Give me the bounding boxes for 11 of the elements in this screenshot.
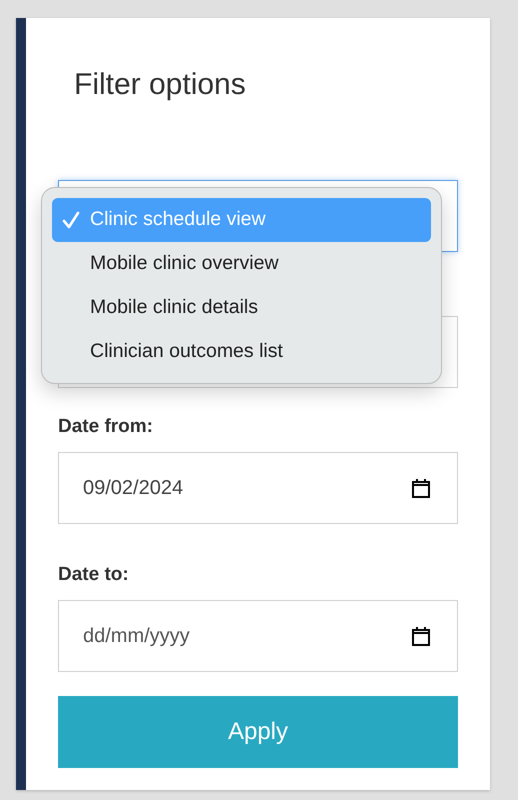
menu-option[interactable]: Clinician outcomes list xyxy=(52,329,431,373)
date-field[interactable]: 09/02/2024 xyxy=(58,452,458,524)
checkmark-icon xyxy=(62,210,80,229)
panel-title: Filter options xyxy=(73,67,247,102)
calendar-icon[interactable] xyxy=(412,478,430,498)
menu-option[interactable]: Mobile clinic details xyxy=(52,286,431,330)
calendar-icon[interactable] xyxy=(412,626,430,646)
menu-option[interactable]: Mobile clinic overview xyxy=(52,242,431,286)
field-label: Date to: xyxy=(58,564,130,586)
date-field[interactable]: dd/mm/yyyy xyxy=(58,600,458,672)
field-label: Date from: xyxy=(58,416,154,438)
